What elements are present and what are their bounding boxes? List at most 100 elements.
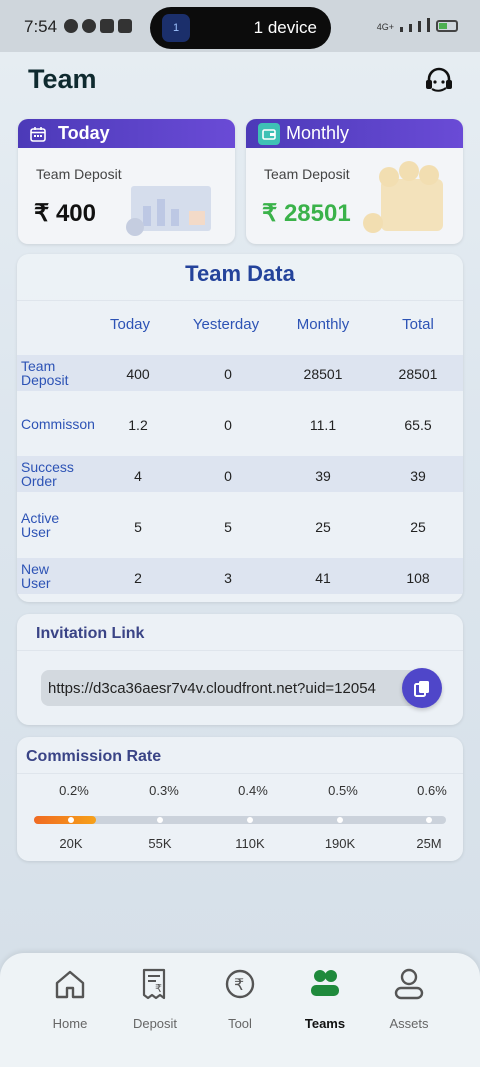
- column-header: Yesterday: [192, 316, 260, 333]
- invitation-title: Invitation Link: [36, 625, 145, 642]
- nav-label: Deposit: [132, 1016, 178, 1031]
- team-data-title: Team Data: [17, 254, 463, 301]
- network-label: 4G+: [376, 22, 394, 32]
- bottom-nav: Home ₹ Deposit ₹ Tool Teams Assets: [0, 953, 480, 1067]
- monthly-card-title: Monthly: [286, 123, 350, 143]
- level-label: 110K: [235, 836, 265, 851]
- row-label: Team Deposit: [21, 358, 69, 388]
- column-header: Total: [402, 316, 434, 333]
- level-marker: [68, 817, 74, 823]
- monthly-card-header: Monthly: [246, 119, 463, 148]
- table-cell: 5: [134, 519, 142, 535]
- row-label: New User: [21, 561, 51, 591]
- table-row: Active User 5 5 25 25: [17, 507, 463, 543]
- table-cell: 108: [406, 570, 430, 586]
- system-icons: 4G+: [377, 18, 458, 32]
- level-label: 190K: [324, 836, 356, 851]
- divider: [17, 773, 463, 774]
- user-icon: [394, 968, 424, 1000]
- level-label: 25M: [416, 836, 442, 851]
- signal-bar: [427, 18, 430, 32]
- battery-icon: [436, 20, 458, 32]
- nav-label: Home: [52, 1016, 88, 1031]
- monthly-deposit-value: ₹ 28501: [262, 200, 351, 227]
- nav-label: Teams: [304, 1016, 346, 1031]
- divider: [17, 650, 463, 651]
- nav-item-assets[interactable]: Assets: [369, 967, 449, 1031]
- monthly-deposit-label: Team Deposit: [264, 166, 350, 182]
- rupee-coin-icon: ₹: [225, 969, 255, 999]
- table-cell: 41: [315, 570, 331, 586]
- level-marker: [247, 817, 253, 823]
- table-cell: 0: [224, 468, 232, 484]
- copy-link-button[interactable]: [402, 668, 442, 708]
- table-cell: 400: [126, 366, 150, 382]
- rate-label: 0.4%: [238, 783, 268, 798]
- table-row: Commisson 1.2 0 11.1 65.5: [17, 406, 463, 442]
- column-header: Today: [109, 316, 151, 333]
- column-header: Monthly: [296, 316, 350, 333]
- commission-title: Commission Rate: [26, 748, 162, 765]
- table-cell: 3: [224, 570, 232, 586]
- level-marker: [337, 817, 343, 823]
- nav-item-deposit[interactable]: ₹ Deposit: [115, 967, 195, 1031]
- today-card-title: Today: [58, 123, 110, 143]
- table-cell: 4: [134, 468, 142, 484]
- app-icon: [118, 19, 132, 33]
- team-data-header-row: Today Yesterday Monthly Total: [17, 316, 463, 338]
- table-cell: 25: [315, 519, 331, 535]
- mail-icon: [100, 19, 114, 33]
- table-cell: 39: [315, 468, 331, 484]
- row-label: Commisson: [21, 416, 95, 432]
- table-cell: 0: [224, 366, 232, 382]
- row-label: Active User: [21, 510, 60, 540]
- nfc-icon: 1: [162, 14, 190, 42]
- facebook-icon: [64, 19, 78, 33]
- nav-item-home[interactable]: Home: [30, 967, 110, 1031]
- team-icon: [311, 970, 339, 996]
- device-pill[interactable]: 1 1 device: [150, 7, 331, 49]
- chart-illustration-icon: [126, 186, 211, 236]
- page-title: Team: [28, 64, 97, 94]
- level-label: 55K: [148, 836, 172, 851]
- table-cell: 0: [224, 417, 232, 433]
- rate-label: 0.2%: [59, 783, 89, 798]
- invitation-card: Invitation Link: [17, 614, 463, 725]
- rate-label: 0.6%: [417, 783, 447, 798]
- svg-text:₹: ₹: [234, 975, 244, 994]
- rate-label: 0.3%: [149, 783, 179, 798]
- monthly-deposit-card: Monthly Team Deposit ₹ 28501: [246, 119, 463, 244]
- table-cell: 25: [410, 519, 426, 535]
- status-bar: 7:54 1 1 device 4G+: [0, 0, 480, 52]
- nav-label: Assets: [389, 1016, 429, 1031]
- today-deposit-card: Today Team Deposit ₹ 400: [18, 119, 235, 244]
- table-cell: 1.2: [128, 417, 148, 433]
- invitation-link-field[interactable]: [41, 670, 421, 706]
- commission-progress-fill: [34, 816, 96, 824]
- notification-icons: [64, 19, 132, 33]
- nav-label: Tool: [228, 1016, 252, 1031]
- calendar-icon: [30, 126, 46, 142]
- signal-bar: [418, 21, 421, 32]
- level-marker: [426, 817, 432, 823]
- nav-item-tool[interactable]: ₹ Tool: [200, 967, 280, 1031]
- nav-item-teams[interactable]: Teams: [285, 967, 365, 1031]
- today-deposit-value: ₹ 400: [34, 200, 96, 227]
- status-time: 7:54: [24, 17, 58, 36]
- coins-illustration-icon: [363, 161, 443, 233]
- signal-bar: [400, 27, 403, 32]
- team-data-card: Team Data Today Yesterday Monthly Total …: [17, 254, 463, 602]
- table-cell: 65.5: [404, 417, 432, 433]
- level-marker: [157, 817, 163, 823]
- table-cell: 11.1: [309, 417, 337, 433]
- messenger-icon: [82, 19, 96, 33]
- headset-icon[interactable]: [424, 66, 454, 94]
- rate-label: 0.5%: [328, 783, 358, 798]
- table-cell: 28501: [303, 366, 343, 382]
- table-row: Team Deposit 400 0 28501 28501: [17, 355, 463, 391]
- svg-text:₹: ₹: [155, 982, 162, 995]
- today-deposit-label: Team Deposit: [36, 166, 122, 182]
- pill-text: 1 device: [253, 18, 317, 37]
- today-card-header: Today: [18, 119, 235, 148]
- level-label: 20K: [59, 836, 83, 851]
